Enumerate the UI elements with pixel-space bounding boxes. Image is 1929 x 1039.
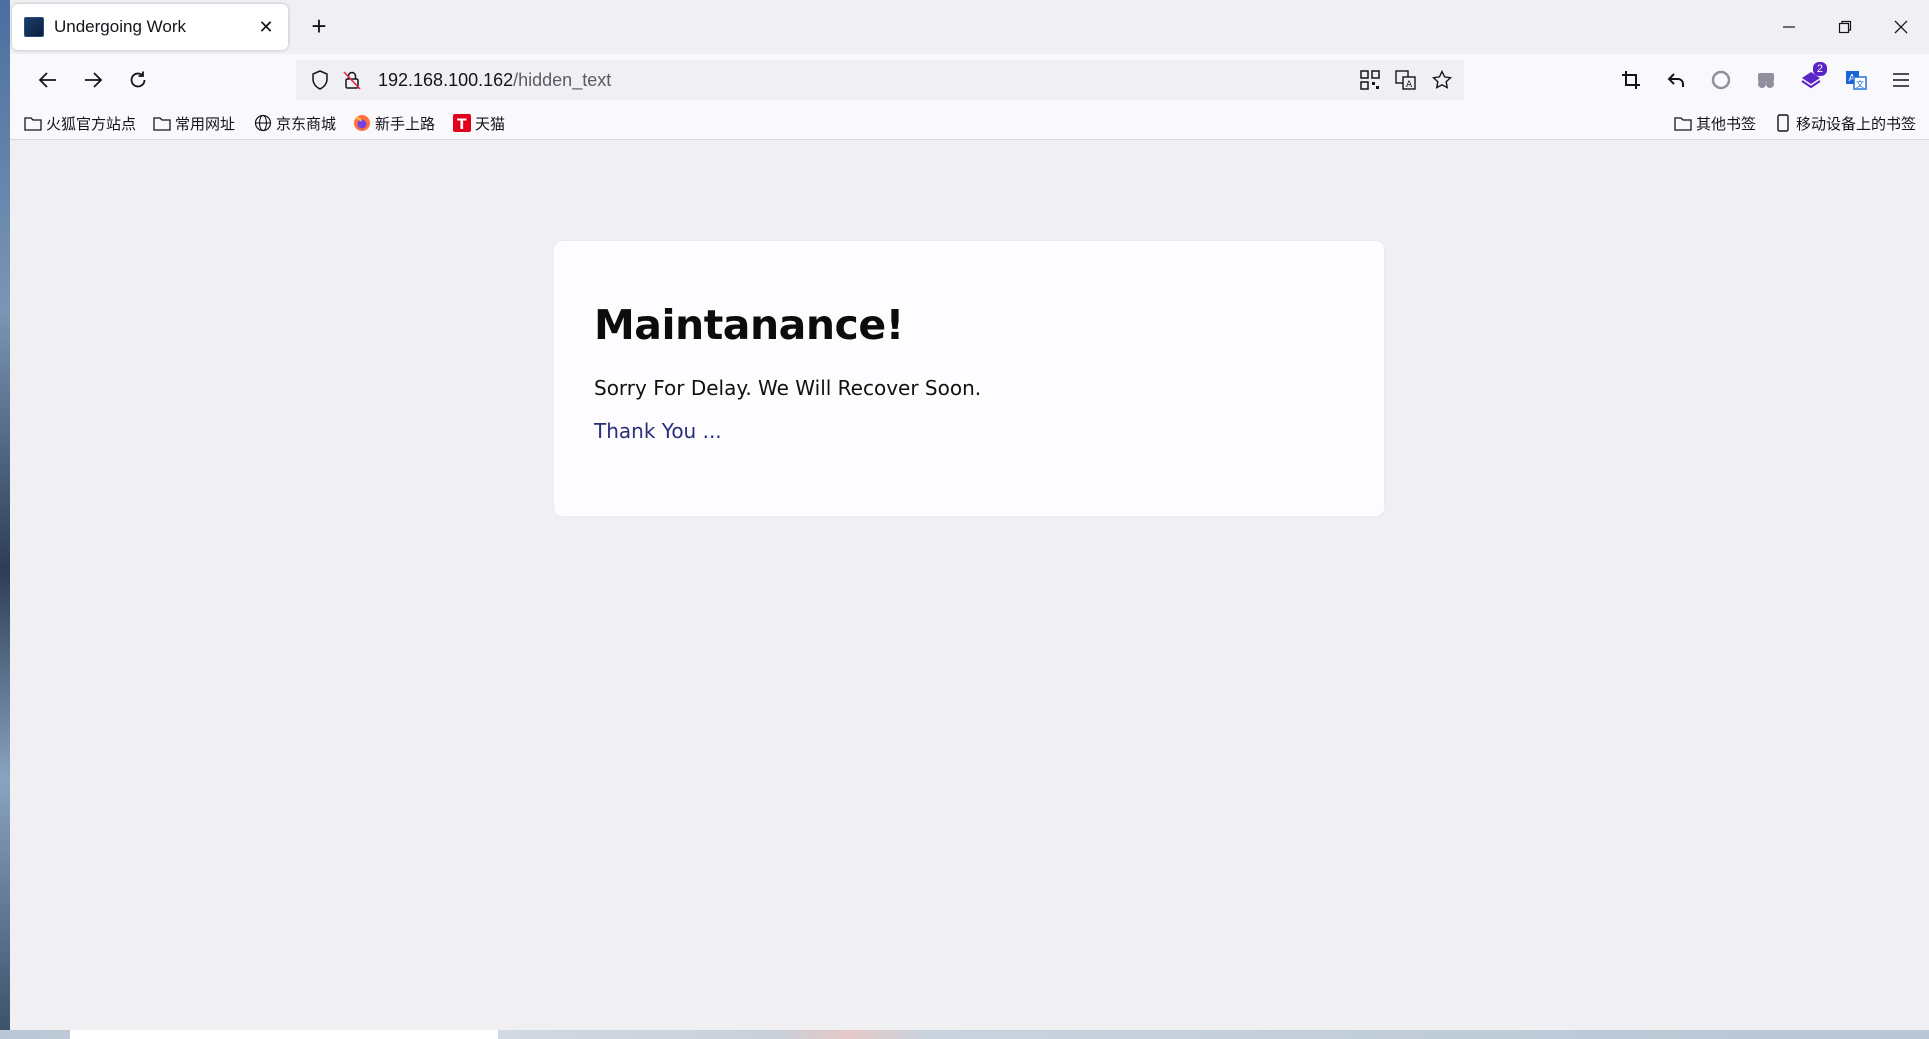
extension-icon[interactable] [1748, 62, 1784, 98]
bookmark-label: 京东商城 [276, 115, 337, 133]
bookmark-label: 火狐官方站点 [46, 115, 137, 133]
folder-icon [153, 114, 171, 132]
menu-icon[interactable] [1883, 62, 1919, 98]
firefox-icon [353, 114, 371, 132]
bookmark-folder-common-sites[interactable]: 常用网址 [153, 112, 235, 134]
shield-icon[interactable] [304, 64, 336, 96]
tab-bar: Undergoing Work ✕ + [10, 0, 1929, 54]
tab-active[interactable]: Undergoing Work ✕ [12, 4, 288, 50]
undo-icon[interactable] [1658, 62, 1694, 98]
bookmark-folder-firefox-official[interactable]: 火狐官方站点 [24, 112, 136, 134]
close-icon [1894, 20, 1908, 34]
maintenance-message: Sorry For Delay. We Will Recover Soon. [594, 376, 982, 400]
bookmarks-bar: 火狐官方站点 常用网址 京东商城 新手上路 T 天猫 其他书签 移动设备上的书签 [10, 106, 1929, 140]
bookmark-jd[interactable]: 京东商城 [254, 112, 336, 134]
translate-icon[interactable]: A [1390, 64, 1422, 96]
url-path: /hidden_text [513, 69, 612, 90]
bookmark-label: 移动设备上的书签 [1796, 115, 1917, 133]
page-title: Maintanance! [594, 301, 904, 349]
minimize-icon [1783, 26, 1795, 28]
bookmark-folder-mobile[interactable]: 移动设备上的书签 [1774, 112, 1916, 134]
arrow-right-icon [85, 72, 103, 88]
record-icon[interactable] [1703, 62, 1739, 98]
navigation-bar: 192.168.100.162/hidden_text A 2 A 文 [10, 54, 1929, 106]
restore-button[interactable] [1817, 0, 1873, 54]
crop-icon[interactable] [1613, 62, 1649, 98]
thank-you-text: Thank You ... [594, 419, 722, 443]
close-window-button[interactable] [1873, 0, 1929, 54]
taskbar [0, 1030, 1929, 1039]
restore-icon [1838, 20, 1852, 34]
taskbar-search-box[interactable] [70, 1030, 498, 1039]
desktop-wallpaper [0, 0, 10, 1039]
arrow-left-icon [38, 72, 56, 88]
vpn-extension-icon[interactable]: 2 [1793, 62, 1829, 98]
url-host: 192.168.100.162 [378, 69, 514, 90]
close-icon[interactable]: ✕ [256, 17, 276, 38]
maintenance-card: Maintanance! Sorry For Delay. We Will Re… [554, 241, 1384, 516]
site-favicon-icon [24, 17, 44, 37]
star-icon[interactable] [1426, 64, 1458, 96]
page-content: Maintanance! Sorry For Delay. We Will Re… [10, 141, 1929, 1030]
tab-title: Undergoing Work [54, 17, 186, 36]
folder-icon [1674, 114, 1692, 132]
bookmark-label: 天猫 [475, 115, 506, 133]
svg-text:T: T [457, 117, 467, 132]
browser-window: Undergoing Work ✕ + 192.168.100.162 /hid… [10, 0, 1929, 1030]
bookmark-label: 新手上路 [375, 115, 436, 133]
back-button[interactable] [30, 62, 66, 98]
bookmark-getting-started[interactable]: 新手上路 [353, 112, 435, 134]
bookmark-tmall[interactable]: T 天猫 [453, 112, 505, 134]
reload-icon [130, 71, 146, 88]
reload-button[interactable] [120, 62, 156, 98]
tmall-icon: T [453, 114, 471, 132]
mobile-icon [1774, 114, 1792, 132]
globe-icon [254, 114, 272, 132]
svg-text:A: A [1406, 80, 1413, 90]
window-controls [1761, 0, 1929, 54]
translator-extension-icon[interactable]: A文 [1838, 62, 1874, 98]
folder-icon [24, 114, 42, 132]
bookmark-label: 常用网址 [175, 115, 236, 133]
svg-text:文: 文 [1856, 79, 1864, 89]
forward-button[interactable] [75, 62, 111, 98]
toolbar-extensions: 2 A文 [1613, 62, 1919, 98]
new-tab-button[interactable]: + [304, 12, 334, 42]
insecure-lock-icon[interactable] [336, 64, 368, 96]
bookmark-label: 其他书签 [1696, 115, 1757, 133]
qr-code-icon[interactable] [1354, 64, 1386, 96]
bookmark-folder-other[interactable]: 其他书签 [1674, 112, 1756, 134]
minimize-button[interactable] [1761, 0, 1817, 54]
extension-badge: 2 [1812, 62, 1827, 76]
url-bar[interactable]: 192.168.100.162/hidden_text A [296, 60, 1464, 100]
